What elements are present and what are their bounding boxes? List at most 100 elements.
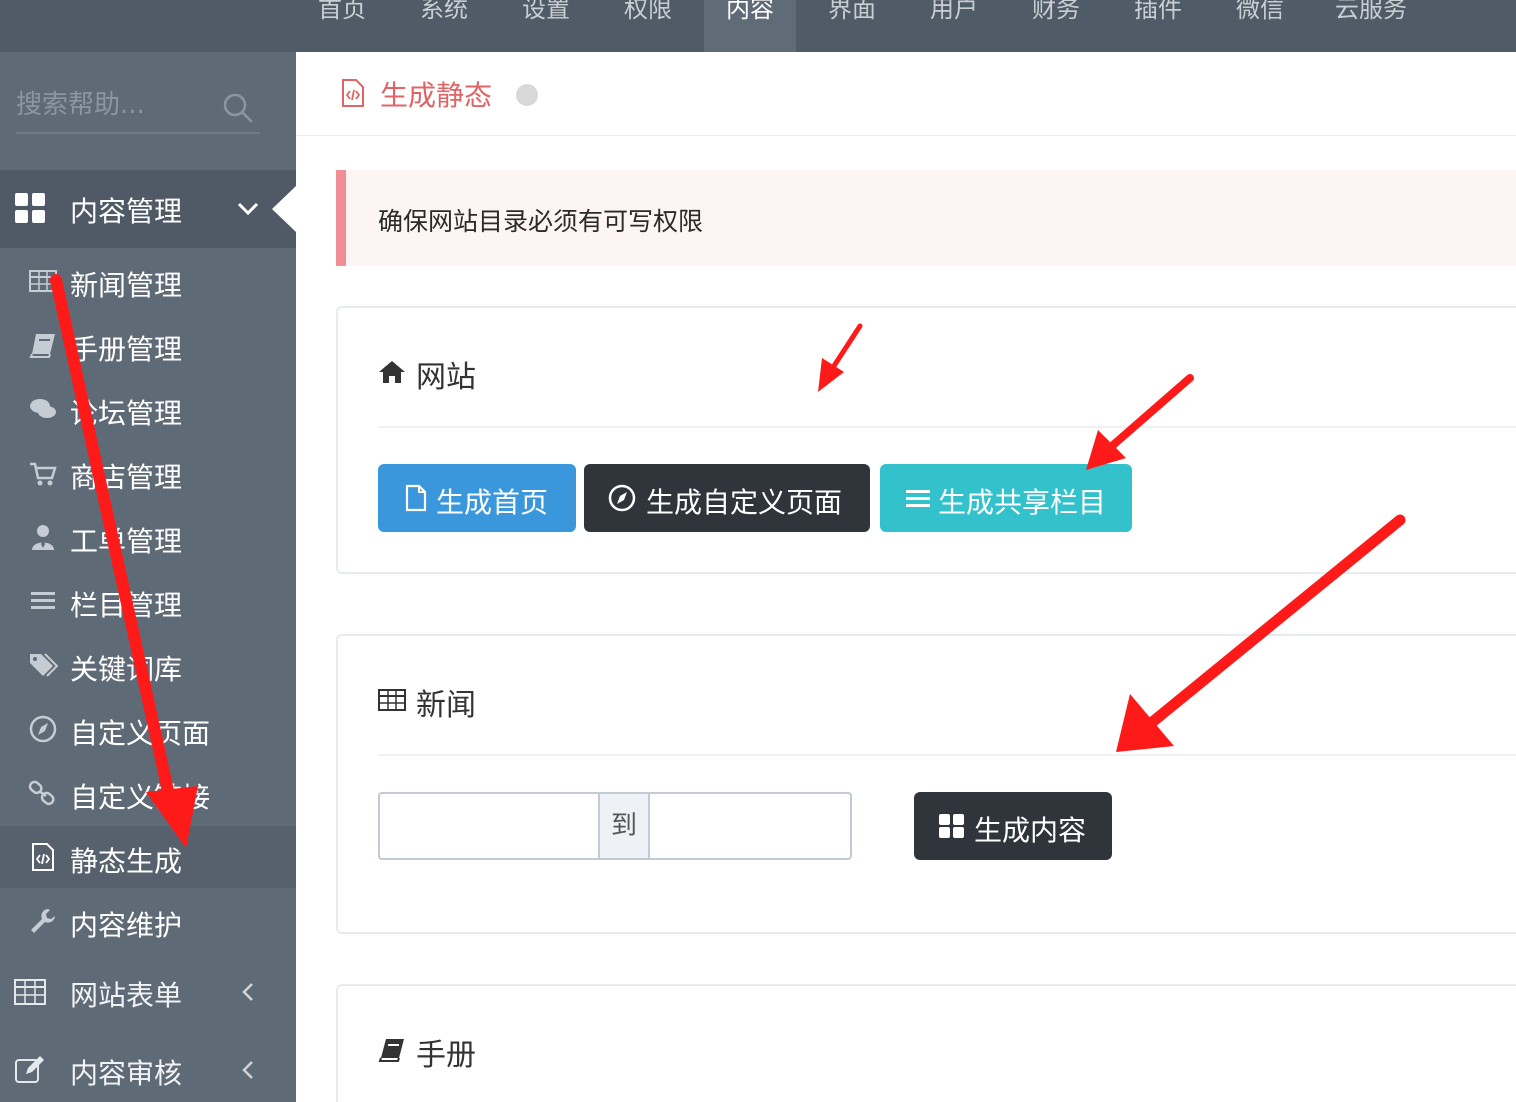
nav-item-label: 云服务 — [1335, 0, 1407, 23]
sidebar-item-label: 自定义链接 — [70, 781, 211, 814]
alert-text: 确保网站目录必须有可写权限 — [378, 207, 704, 236]
sidebar-group-label: 内容管理 — [70, 195, 183, 228]
bars-icon — [906, 490, 930, 507]
nav-item-home[interactable]: 首页 — [296, 0, 388, 52]
search-input[interactable] — [16, 82, 216, 128]
book-icon — [378, 1039, 404, 1062]
sidebar-group-content-review[interactable]: 内容审核 — [0, 1032, 296, 1102]
sidebar-group-site-forms[interactable]: 网站表单 — [0, 954, 296, 1032]
active-notch — [272, 186, 296, 232]
sidebar-item-label: 商店管理 — [70, 461, 183, 494]
nav-item-settings[interactable]: 设置 — [500, 0, 592, 52]
nav-item-label: 微信 — [1236, 0, 1284, 23]
range-to-input[interactable] — [650, 794, 850, 858]
home-icon — [379, 361, 405, 383]
nav-item-content[interactable]: 内容 — [704, 0, 796, 52]
sidebar-item-label: 栏目管理 — [70, 589, 183, 622]
nav-item-cloud[interactable]: 云服务 — [1316, 0, 1426, 52]
section-header: 网站 — [378, 308, 1516, 428]
nav-item-label: 用户 — [930, 0, 978, 23]
sidebar-item-manual[interactable]: 手册管理 — [0, 314, 296, 376]
sidebar-item-columns[interactable]: 栏目管理 — [0, 570, 296, 632]
manual-section: 手册 — [336, 984, 1516, 1102]
top-nav: 首页 系统 设置 权限 内容 界面 用户 财务 插件 微信 云服务 — [0, 0, 1516, 52]
file-code-icon — [32, 843, 54, 871]
button-label: 生成共享栏目 — [938, 486, 1107, 519]
book-icon — [29, 334, 55, 358]
grid-icon — [939, 814, 964, 838]
sidebar-group-label: 网站表单 — [70, 979, 183, 1012]
nav-item-permissions[interactable]: 权限 — [602, 0, 694, 52]
table-icon — [14, 979, 46, 1005]
nav-item-label: 财务 — [1032, 0, 1080, 23]
nav-item-label: 权限 — [624, 0, 672, 23]
nav-item-label: 系统 — [420, 0, 468, 23]
grid-icon — [15, 193, 45, 223]
table-icon — [378, 689, 406, 711]
sidebar-item-shop[interactable]: 商店管理 — [0, 442, 296, 504]
link-icon — [28, 780, 55, 806]
section-title: 新闻 — [416, 688, 476, 723]
nav-item-wechat[interactable]: 微信 — [1214, 0, 1306, 52]
tags-icon — [30, 653, 58, 677]
sidebar-item-news[interactable]: 新闻管理 — [0, 250, 296, 312]
nav-item-label: 首页 — [318, 0, 366, 23]
search-icon[interactable] — [222, 92, 254, 124]
compass-icon — [29, 715, 57, 743]
page-header: 生成静态 — [296, 52, 1516, 136]
sidebar-item-label: 内容维护 — [70, 909, 183, 942]
main-content: 生成静态 确保网站目录必须有可写权限 网站 生成首页 生成自定义页面 生成共享栏… — [296, 52, 1516, 1102]
sidebar-item-forum[interactable]: 论坛管理 — [0, 378, 296, 440]
nav-item-label: 界面 — [828, 0, 876, 23]
sidebar-search — [16, 82, 260, 134]
generate-content-button[interactable]: 生成内容 — [914, 792, 1112, 860]
sidebar-item-custom-link[interactable]: 自定义链接 — [0, 762, 296, 824]
section-title: 手册 — [416, 1038, 476, 1073]
bars-icon — [31, 592, 55, 609]
chevron-down-icon — [237, 202, 259, 216]
chevron-left-icon — [242, 983, 253, 1001]
sidebar-item-tickets[interactable]: 工单管理 — [0, 506, 296, 568]
news-id-range: 到 — [378, 792, 852, 860]
button-label: 生成首页 — [436, 486, 549, 519]
wrench-icon — [31, 909, 55, 933]
status-dot — [516, 84, 538, 106]
sidebar-item-label: 关键词库 — [70, 653, 183, 686]
nav-item-label: 内容 — [726, 0, 774, 23]
nav-item-system[interactable]: 系统 — [398, 0, 490, 52]
button-label: 生成自定义页面 — [646, 486, 843, 519]
section-header: 新闻 — [378, 636, 1516, 756]
sidebar-item-label: 手册管理 — [70, 333, 183, 366]
site-section: 网站 生成首页 生成自定义页面 生成共享栏目 — [336, 306, 1516, 574]
nav-item-interface[interactable]: 界面 — [806, 0, 898, 52]
user-tie-icon — [32, 525, 54, 550]
nav-item-users[interactable]: 用户 — [908, 0, 1000, 52]
section-header: 手册 — [378, 986, 1516, 1102]
generate-home-button[interactable]: 生成首页 — [378, 464, 576, 532]
file-icon — [405, 484, 427, 512]
button-label: 生成内容 — [974, 814, 1087, 847]
page-title: 生成静态 — [380, 79, 493, 112]
sidebar: 内容管理 新闻管理 手册管理 论坛管理 — [0, 52, 296, 1102]
nav-item-label: 设置 — [522, 0, 570, 23]
generate-shared-column-button[interactable]: 生成共享栏目 — [880, 464, 1132, 532]
sidebar-item-label: 新闻管理 — [70, 269, 183, 302]
cart-icon — [30, 462, 57, 486]
chevron-left-icon — [242, 1061, 253, 1079]
compass-icon — [608, 484, 636, 512]
file-code-icon — [342, 79, 364, 107]
sidebar-item-label: 论坛管理 — [70, 397, 183, 430]
table-icon — [29, 270, 57, 292]
nav-item-plugins[interactable]: 插件 — [1112, 0, 1204, 52]
sidebar-item-maintenance[interactable]: 内容维护 — [0, 890, 296, 952]
sidebar-item-label: 静态生成 — [70, 845, 183, 878]
sidebar-item-custom-page[interactable]: 自定义页面 — [0, 698, 296, 760]
range-from-input[interactable] — [380, 794, 598, 858]
sidebar-group-content[interactable]: 内容管理 — [0, 170, 296, 248]
sidebar-item-keywords[interactable]: 关键词库 — [0, 634, 296, 696]
generate-custom-page-button[interactable]: 生成自定义页面 — [584, 464, 870, 532]
sidebar-item-static-generate[interactable]: 静态生成 — [0, 826, 296, 888]
permission-alert: 确保网站目录必须有可写权限 — [336, 170, 1516, 266]
nav-item-finance[interactable]: 财务 — [1010, 0, 1102, 52]
comments-icon — [30, 399, 56, 418]
